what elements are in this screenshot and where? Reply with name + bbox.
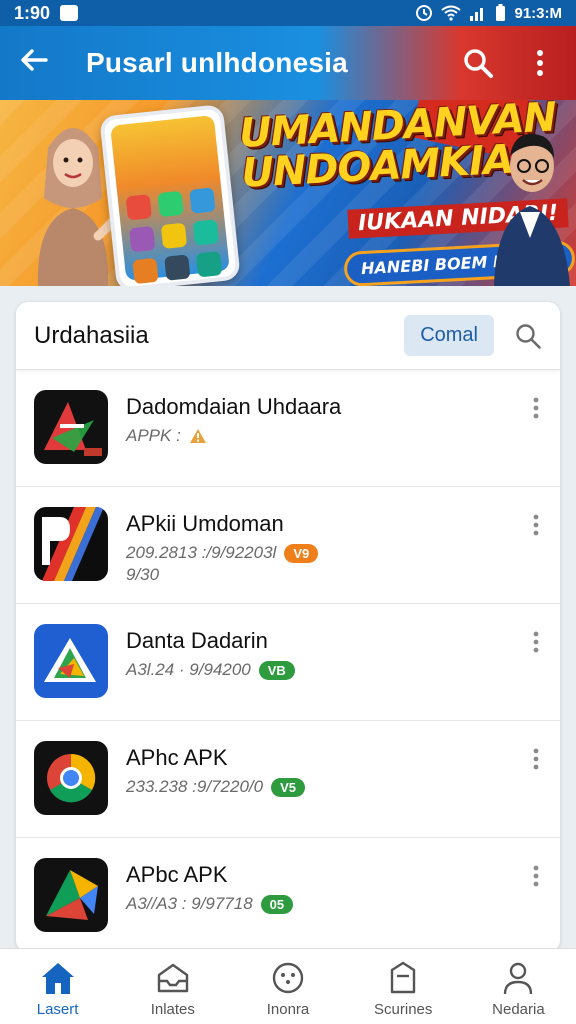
app-title: APkii Umdoman bbox=[126, 511, 284, 536]
back-button[interactable] bbox=[18, 44, 62, 82]
phone-graphic bbox=[99, 104, 241, 286]
app-title: APbc APK bbox=[126, 862, 228, 887]
app-meta: 209.2813 :/9/92203l bbox=[126, 543, 277, 562]
status-time-right: 91:3:M bbox=[514, 4, 562, 22]
app-meta: A3l.24 · 9/94200 bbox=[126, 660, 251, 679]
more-vert-icon[interactable] bbox=[532, 864, 540, 888]
status-time-left: 1:90 bbox=[14, 2, 51, 23]
promo-banner[interactable]: UMANDANVAN UNDOAMKIAS IUKAAN NIDARI! HAN… bbox=[0, 100, 576, 286]
list-item[interactable]: Dadomdaian Uhdaara APPK : bbox=[16, 370, 560, 487]
person-icon bbox=[504, 962, 533, 995]
status-bar: 1:90 91:3:M bbox=[0, 0, 576, 26]
tag-icon bbox=[391, 961, 416, 994]
search-button[interactable] bbox=[460, 45, 496, 81]
app-meta: APPK : bbox=[126, 426, 181, 445]
app-meta-secondary: 9/30 bbox=[126, 565, 160, 584]
nav-label: Scurines bbox=[374, 1001, 433, 1018]
more-vert-icon[interactable] bbox=[532, 396, 540, 420]
nav-item-tags[interactable]: Scurines bbox=[346, 949, 461, 1024]
app-icon[interactable] bbox=[34, 390, 108, 464]
app-bar: Pusarl unlhdonesia bbox=[0, 26, 576, 100]
arrow-left-icon bbox=[21, 49, 48, 71]
home-icon bbox=[41, 963, 74, 994]
version-badge: 05 bbox=[260, 894, 294, 914]
app-title: Dadomdaian Uhdaara bbox=[126, 394, 342, 419]
page-title: Pusarl unlhdonesia bbox=[86, 47, 348, 78]
app-icon[interactable] bbox=[34, 858, 108, 932]
nav-item-profile[interactable]: Nedaria bbox=[461, 949, 576, 1024]
list-item[interactable]: APkii Umdoman 209.2813 :/9/92203l V9 9/3… bbox=[16, 487, 560, 604]
nav-item-inbox[interactable]: Inlates bbox=[115, 949, 230, 1024]
more-vert-icon bbox=[537, 50, 543, 76]
app-meta: 233.238 :9/7220/0 bbox=[126, 777, 264, 796]
app-title: Danta Dadarin bbox=[126, 628, 268, 653]
notification-icon bbox=[60, 5, 79, 21]
version-badge: VB bbox=[258, 660, 295, 680]
nav-label: Inonra bbox=[266, 1001, 310, 1018]
more-vert-icon[interactable] bbox=[532, 630, 540, 654]
search-icon bbox=[464, 49, 493, 78]
search-icon[interactable] bbox=[514, 322, 542, 350]
nav-item-home[interactable]: Lasert bbox=[0, 949, 115, 1024]
nav-label: Nedaria bbox=[492, 1001, 545, 1018]
app-title: APhc APK bbox=[126, 745, 228, 770]
results-card: Urdahasiia Comal Dadomdaian Uhdaara APPK… bbox=[16, 302, 560, 952]
list-item[interactable]: APbc APK A3//A3 : 9/97718 05 bbox=[16, 838, 560, 952]
search-bar[interactable]: Urdahasiia Comal bbox=[16, 302, 560, 370]
app-meta: A3//A3 : 9/97718 bbox=[126, 894, 253, 913]
more-vert-icon[interactable] bbox=[532, 747, 540, 771]
alarm-icon bbox=[416, 5, 433, 21]
list-item[interactable]: Danta Dadarin A3l.24 · 9/94200 VB bbox=[16, 604, 560, 721]
app-icon[interactable] bbox=[34, 507, 108, 581]
signal-icon bbox=[470, 8, 484, 21]
chat-icon bbox=[272, 962, 304, 994]
wifi-icon bbox=[441, 5, 462, 21]
man-illustration bbox=[494, 133, 570, 286]
nav-label: Lasert bbox=[36, 1001, 79, 1018]
warning-icon bbox=[189, 429, 206, 443]
battery-icon bbox=[496, 4, 506, 21]
nav-label: Inlates bbox=[150, 1001, 195, 1018]
app-icon[interactable] bbox=[34, 624, 108, 698]
version-badge: V9 bbox=[284, 543, 319, 563]
search-chip[interactable]: Comal bbox=[404, 315, 494, 356]
app-icon[interactable] bbox=[34, 741, 108, 815]
more-vert-icon[interactable] bbox=[532, 513, 540, 537]
more-options-button[interactable] bbox=[522, 45, 558, 81]
search-query[interactable]: Urdahasiia bbox=[34, 322, 149, 350]
list-item[interactable]: APhc APK 233.238 :9/7220/0 V5 bbox=[16, 721, 560, 838]
inbox-icon bbox=[157, 963, 188, 993]
bottom-navigation: Lasert Inlates Inonra Scurines Nedaria bbox=[0, 948, 576, 1024]
nav-item-chat[interactable]: Inonra bbox=[230, 949, 345, 1024]
version-badge: V5 bbox=[271, 777, 305, 797]
